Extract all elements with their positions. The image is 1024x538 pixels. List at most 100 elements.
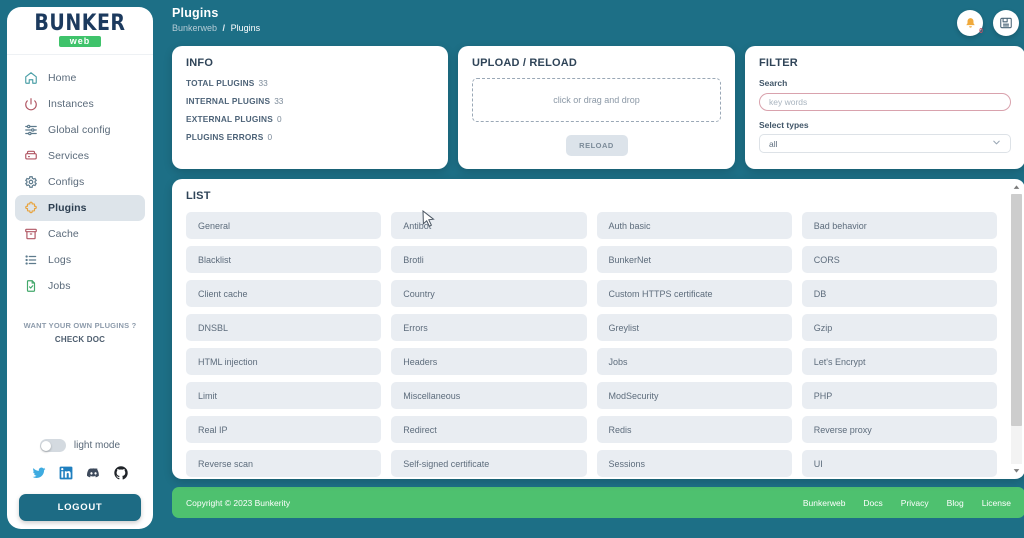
- gear-icon: [23, 175, 38, 190]
- footer-link[interactable]: Blog: [947, 498, 964, 508]
- plugin-item[interactable]: Miscellaneous: [391, 382, 587, 409]
- file-check-icon: [23, 279, 38, 294]
- plugin-item[interactable]: Errors: [391, 314, 587, 341]
- power-icon: [23, 97, 38, 112]
- plugin-item[interactable]: Custom HTTPS certificate: [596, 280, 792, 307]
- plugin-item[interactable]: Auth basic: [596, 212, 792, 239]
- sidebar-item-label: Jobs: [48, 280, 71, 292]
- plugin-item[interactable]: Brotli: [391, 246, 587, 273]
- sidebar-item-configs[interactable]: Configs: [15, 169, 145, 195]
- info-card-title: INFO: [186, 57, 214, 69]
- info-value: 0: [276, 114, 282, 124]
- plugin-item[interactable]: Gzip: [801, 314, 997, 341]
- sidebar-item-plugins[interactable]: Plugins: [15, 195, 145, 221]
- sidebar-item-home[interactable]: Home: [15, 65, 145, 91]
- sidebar-item-label: Logs: [48, 254, 72, 266]
- plugins-grid: General Antibot Auth basic Bad behavior Blac…: [186, 212, 1013, 477]
- linkedin-icon[interactable]: [59, 466, 73, 480]
- sidebar-item-jobs[interactable]: Jobs: [15, 273, 145, 299]
- light-mode-label: light mode: [73, 440, 121, 451]
- search-input[interactable]: [759, 93, 1011, 111]
- check-doc-link[interactable]: CHECK DOC: [13, 335, 147, 344]
- plugin-item[interactable]: Redirect: [391, 416, 587, 443]
- plugin-item[interactable]: Client cache: [186, 280, 382, 307]
- page-title: Plugins: [172, 6, 219, 20]
- filter-card-title: FILTER: [759, 57, 798, 69]
- plugin-item[interactable]: Reverse proxy: [801, 416, 997, 443]
- sidebar: BUNKER web Home Instances Global config …: [0, 0, 160, 538]
- discord-icon[interactable]: [86, 466, 101, 480]
- sidebar-item-label: Plugins: [48, 202, 87, 214]
- plugin-item[interactable]: Let's Encrypt: [801, 348, 997, 375]
- plugin-item[interactable]: Greylist: [596, 314, 792, 341]
- plugin-item[interactable]: Antibot: [391, 212, 587, 239]
- plugin-item[interactable]: HTML injection: [186, 348, 382, 375]
- info-row: INTERNAL PLUGINS 33: [186, 96, 434, 106]
- scrollbar-track[interactable]: [1011, 194, 1022, 464]
- plugin-item[interactable]: Jobs: [596, 348, 792, 375]
- sidebar-item-services[interactable]: Services: [15, 143, 145, 169]
- list-scrollbar[interactable]: [1010, 181, 1023, 477]
- sidebar-item-logs[interactable]: Logs: [15, 247, 145, 273]
- upload-card: UPLOAD / RELOAD click or drag and drop R…: [458, 46, 735, 169]
- plugin-item[interactable]: Redis: [596, 416, 792, 443]
- plugin-item[interactable]: ModSecurity: [596, 382, 792, 409]
- plugin-item[interactable]: General: [186, 212, 382, 239]
- info-card: INFO TOTAL PLUGINS 33 INTERNAL PLUGINS 33 …: [172, 46, 448, 169]
- footer-link[interactable]: Privacy: [901, 498, 929, 508]
- plugin-item[interactable]: UI: [801, 450, 997, 477]
- plugin-item[interactable]: DNSBL: [186, 314, 382, 341]
- sidebar-item-label: Configs: [48, 176, 85, 188]
- app-root: BUNKER web Home Instances Global config …: [0, 0, 1024, 538]
- logo-badge: web: [58, 36, 102, 47]
- scrollbar-thumb[interactable]: [1011, 194, 1022, 427]
- select-types-wrapper: all: [759, 134, 1011, 153]
- logo[interactable]: BUNKER web: [7, 7, 153, 55]
- scroll-up-arrow-icon[interactable]: [1010, 181, 1023, 194]
- plugin-item[interactable]: CORS: [801, 246, 997, 273]
- plugin-item[interactable]: Real IP: [186, 416, 382, 443]
- plugin-item[interactable]: Sessions: [596, 450, 792, 477]
- plugin-item[interactable]: DB: [801, 280, 997, 307]
- topbar: Plugins Bunkerweb / Plugins 0: [160, 0, 1024, 46]
- upload-dropzone[interactable]: click or drag and drop: [472, 78, 721, 122]
- plugin-item[interactable]: Reverse scan: [186, 450, 382, 477]
- footer-link[interactable]: Docs: [863, 498, 882, 508]
- news-button[interactable]: [993, 10, 1019, 36]
- sidebar-item-label: Cache: [48, 228, 79, 240]
- list-icon: [23, 253, 38, 268]
- breadcrumb-root[interactable]: Bunkerweb: [172, 23, 217, 33]
- sidebar-item-global-config[interactable]: Global config: [15, 117, 145, 143]
- plugin-item[interactable]: Limit: [186, 382, 382, 409]
- sidebar-item-label: Home: [48, 72, 77, 84]
- filter-card: FILTER Search Select types all: [745, 46, 1024, 169]
- twitter-icon[interactable]: [32, 466, 46, 480]
- upload-card-title: UPLOAD / RELOAD: [472, 57, 578, 69]
- plugin-item[interactable]: Country: [391, 280, 587, 307]
- reload-button[interactable]: RELOAD: [565, 135, 628, 156]
- footer-link[interactable]: Bunkerweb: [803, 498, 846, 508]
- scroll-down-arrow-icon[interactable]: [1010, 464, 1023, 477]
- toggle-knob: [41, 440, 52, 451]
- notifications-button[interactable]: 0: [957, 10, 983, 36]
- plugin-item[interactable]: Headers: [391, 348, 587, 375]
- github-icon[interactable]: [114, 466, 128, 480]
- sidebar-item-instances[interactable]: Instances: [15, 91, 145, 117]
- list-title: LIST: [186, 190, 211, 202]
- plugin-item[interactable]: Self-signed certificate: [391, 450, 587, 477]
- sidebar-item-label: Instances: [48, 98, 94, 110]
- logout-button[interactable]: LOGOUT: [19, 494, 141, 521]
- sidebar-item-cache[interactable]: Cache: [15, 221, 145, 247]
- plugin-item[interactable]: Bad behavior: [801, 212, 997, 239]
- plugin-item[interactable]: BunkerNet: [596, 246, 792, 273]
- info-value: 0: [267, 132, 273, 142]
- plugin-item[interactable]: Blacklist: [186, 246, 382, 273]
- footer-link[interactable]: License: [982, 498, 1011, 508]
- info-key: EXTERNAL PLUGINS: [186, 114, 273, 124]
- select-types-dropdown[interactable]: all: [759, 134, 1011, 153]
- light-mode-toggle[interactable]: [39, 439, 66, 452]
- info-row: EXTERNAL PLUGINS 0: [186, 114, 434, 124]
- plugin-item[interactable]: PHP: [801, 382, 997, 409]
- search-label: Search: [759, 78, 788, 88]
